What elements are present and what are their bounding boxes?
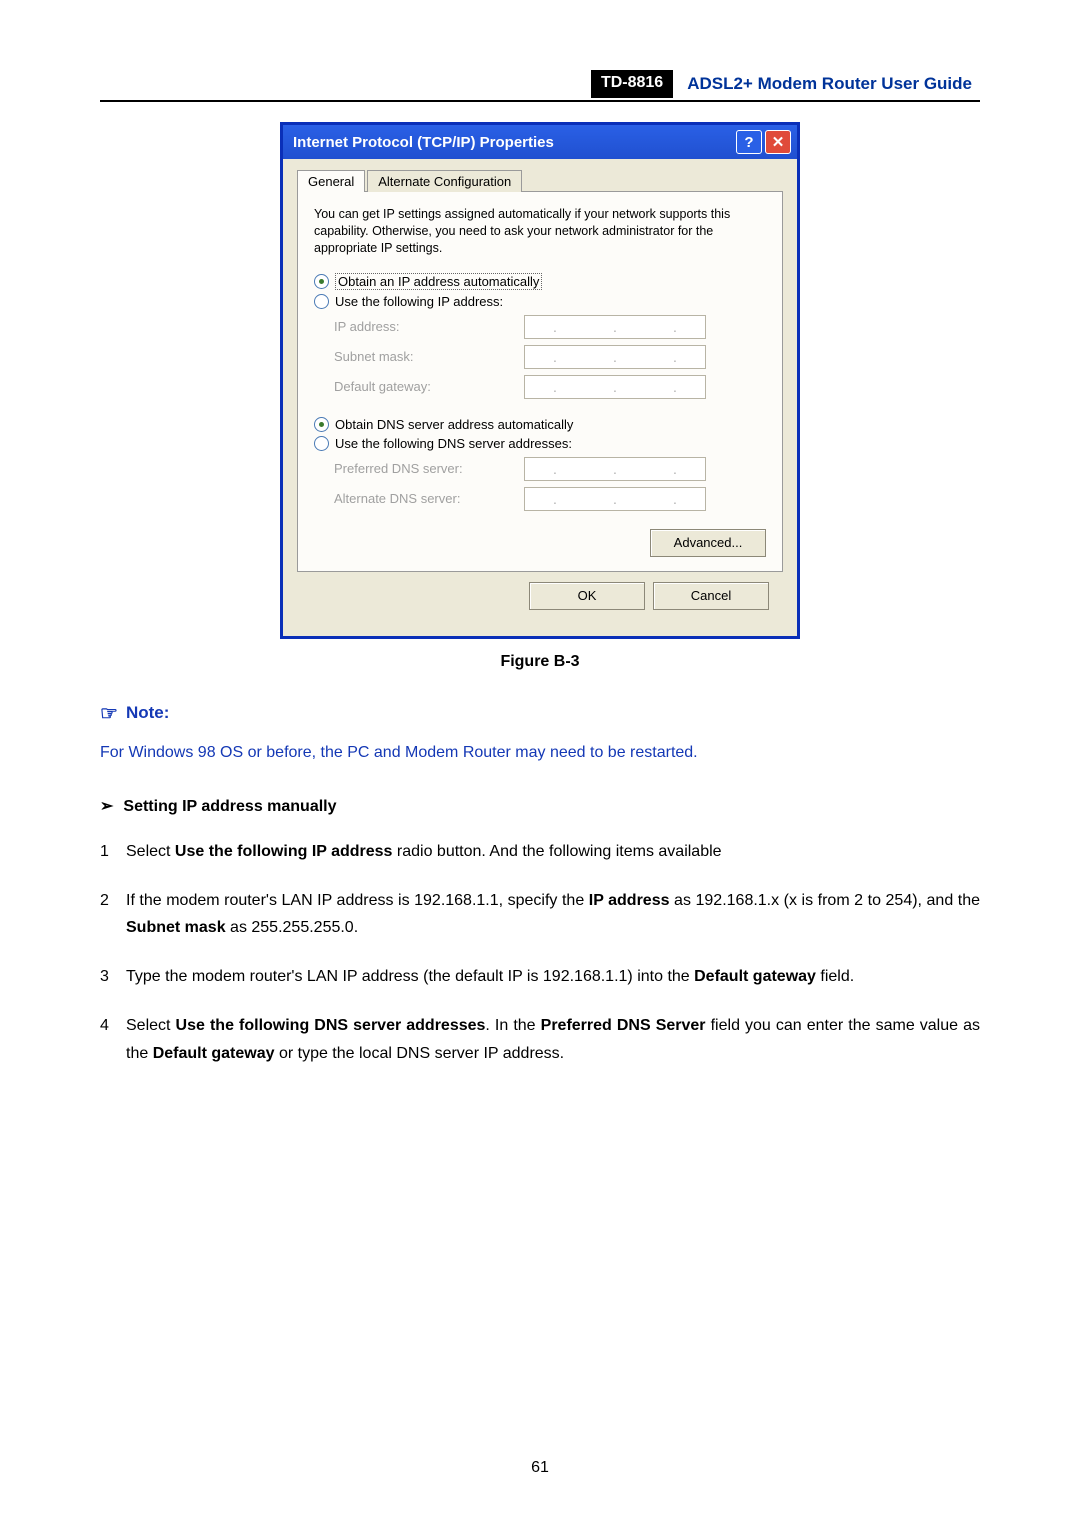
radio-icon bbox=[314, 294, 329, 309]
tab-alternate-configuration[interactable]: Alternate Configuration bbox=[367, 170, 522, 192]
section-heading: ➢ Setting IP address manually bbox=[100, 796, 980, 816]
header-rule bbox=[100, 100, 980, 102]
label-ip-address: IP address: bbox=[334, 319, 524, 334]
tab-general[interactable]: General bbox=[297, 170, 365, 192]
ok-button[interactable]: OK bbox=[529, 582, 645, 610]
radio-obtain-dns-auto[interactable]: Obtain DNS server address automatically bbox=[314, 417, 766, 432]
steps-list: 1 Select Use the following IP address ra… bbox=[100, 838, 980, 1067]
step-2: 2 If the modem router's LAN IP address i… bbox=[100, 887, 980, 941]
doc-header: TD-8816 ADSL2+ Modem Router User Guide bbox=[100, 70, 980, 98]
dialog-title: Internet Protocol (TCP/IP) Properties bbox=[293, 134, 733, 151]
cancel-button[interactable]: Cancel bbox=[653, 582, 769, 610]
figure-caption: Figure B-3 bbox=[100, 653, 980, 671]
pointing-hand-icon: ☞ bbox=[100, 701, 118, 726]
label-preferred-dns: Preferred DNS server: bbox=[334, 461, 524, 476]
note-heading: ☞ Note: bbox=[100, 701, 980, 726]
tab-panel-general: You can get IP settings assigned automat… bbox=[297, 191, 783, 572]
section-title: Setting IP address manually bbox=[123, 798, 336, 815]
ip-address-input[interactable]: ... bbox=[524, 315, 706, 339]
close-icon[interactable]: ✕ bbox=[765, 130, 791, 154]
radio-label: Use the following IP address: bbox=[335, 294, 503, 309]
guide-title: ADSL2+ Modem Router User Guide bbox=[673, 70, 980, 98]
step-3: 3 Type the modem router's LAN IP address… bbox=[100, 963, 980, 990]
label-subnet-mask: Subnet mask: bbox=[334, 349, 524, 364]
default-gateway-input[interactable]: ... bbox=[524, 375, 706, 399]
radio-use-following-ip[interactable]: Use the following IP address: bbox=[314, 294, 766, 309]
dialog-titlebar: Internet Protocol (TCP/IP) Properties ? … bbox=[283, 125, 797, 159]
alternate-dns-input[interactable]: ... bbox=[524, 487, 706, 511]
dialog-description: You can get IP settings assigned automat… bbox=[314, 206, 766, 257]
radio-use-following-dns[interactable]: Use the following DNS server addresses: bbox=[314, 436, 766, 451]
radio-icon bbox=[314, 274, 329, 289]
help-icon[interactable]: ? bbox=[736, 130, 762, 154]
note-heading-text: Note: bbox=[126, 703, 169, 723]
radio-label: Use the following DNS server addresses: bbox=[335, 436, 572, 451]
radio-label: Obtain DNS server address automatically bbox=[335, 417, 573, 432]
step-1: 1 Select Use the following IP address ra… bbox=[100, 838, 980, 865]
preferred-dns-input[interactable]: ... bbox=[524, 457, 706, 481]
radio-obtain-ip-auto[interactable]: Obtain an IP address automatically bbox=[314, 273, 766, 290]
page-number: 61 bbox=[0, 1459, 1080, 1477]
triangle-bullet-icon: ➢ bbox=[100, 798, 113, 815]
note-body: For Windows 98 OS or before, the PC and … bbox=[100, 744, 980, 762]
subnet-mask-input[interactable]: ... bbox=[524, 345, 706, 369]
tab-strip: General Alternate Configuration bbox=[297, 169, 783, 191]
label-default-gateway: Default gateway: bbox=[334, 379, 524, 394]
advanced-button[interactable]: Advanced... bbox=[650, 529, 766, 557]
step-4: 4 Select Use the following DNS server ad… bbox=[100, 1012, 980, 1066]
tcpip-properties-dialog: Internet Protocol (TCP/IP) Properties ? … bbox=[280, 122, 800, 639]
radio-label: Obtain an IP address automatically bbox=[335, 273, 542, 290]
model-badge: TD-8816 bbox=[591, 70, 673, 98]
label-alternate-dns: Alternate DNS server: bbox=[334, 491, 524, 506]
radio-icon bbox=[314, 417, 329, 432]
radio-icon bbox=[314, 436, 329, 451]
